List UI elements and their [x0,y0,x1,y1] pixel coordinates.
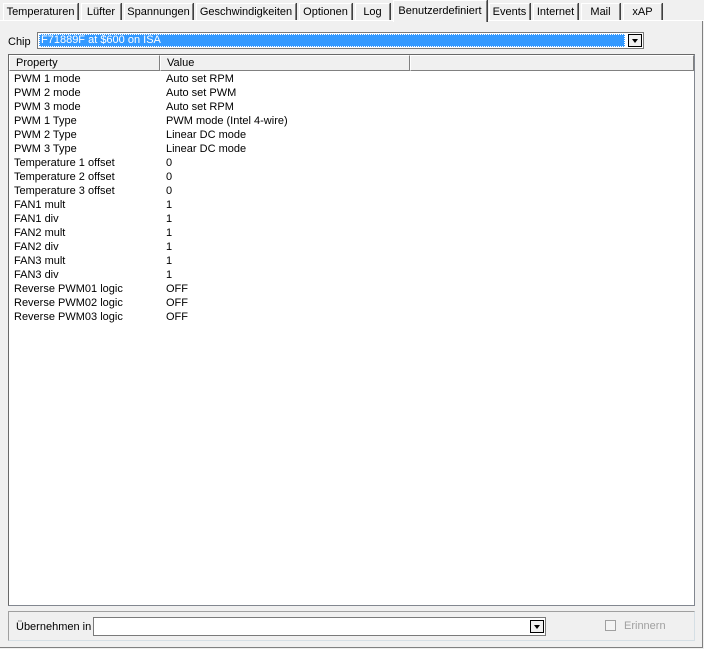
table-row[interactable]: PWM 2 Type Linear DC mode [9,128,694,142]
row-property: FAN1 mult [14,199,66,211]
row-value: Auto set PWM [166,87,237,99]
row-value: Linear DC mode [166,129,247,141]
table-row[interactable]: PWM 2 mode Auto set PWM [9,86,694,100]
chevron-down-icon [534,625,540,629]
property-list[interactable]: Property Value PWM 1 mode Auto set RPM PWM… [8,54,695,606]
table-row[interactable]: Reverse PWM02 logic OFF [9,296,694,310]
tab-optionen[interactable]: Optionen [299,3,352,20]
remind-label: Erinnern [624,620,666,632]
row-property: Temperature 2 offset [14,171,115,183]
tab-temperaturen[interactable]: Temperaturen [3,3,78,20]
row-value: 0 [166,171,173,183]
row-value: 0 [166,185,173,197]
row-property: Temperature 1 offset [14,157,115,169]
row-property: Reverse PWM01 logic [14,283,123,295]
checkbox-icon[interactable] [605,620,616,631]
chip-select[interactable]: F71889F at $600 on ISA [37,32,644,49]
list-rows: PWM 1 mode Auto set RPM PWM 2 mode Auto set… [9,72,694,324]
tab-benutzerdefiniert[interactable]: Benutzerdefiniert [393,0,487,22]
row-value: OFF [166,283,188,295]
apply-select[interactable] [93,617,546,636]
row-property: PWM 1 Type [14,115,77,127]
row-value: 0 [166,157,173,169]
table-row[interactable]: FAN2 mult 1 [9,226,694,240]
row-value: PWM mode (Intel 4-wire) [166,115,288,127]
row-value: 1 [166,199,173,211]
tab-events[interactable]: Events [489,3,530,20]
chevron-down-icon [632,39,638,43]
row-property: FAN3 mult [14,255,66,267]
tab-xap[interactable]: xAP [623,3,662,20]
row-property: FAN1 div [14,213,59,225]
apply-label: Übernehmen in [16,621,92,633]
table-row[interactable]: Reverse PWM01 logic OFF [9,282,694,296]
tab-strip: Temperaturen Lüfter Spannungen Geschwind… [0,0,704,22]
row-value: OFF [166,311,188,323]
row-value: 1 [166,227,173,239]
chip-label: Chip [8,36,31,48]
list-header: Property Value [9,55,694,71]
row-property: Reverse PWM03 logic [14,311,123,323]
chip-select-value: F71889F at $600 on ISA [39,34,625,47]
chip-dropdown-button[interactable] [628,34,642,47]
row-property: FAN2 mult [14,227,66,239]
column-header-property[interactable]: Property [9,55,160,71]
row-value: Auto set RPM [166,101,234,113]
row-property: PWM 2 mode [14,87,81,99]
table-row[interactable]: PWM 3 Type Linear DC mode [9,142,694,156]
table-row[interactable]: FAN2 div 1 [9,240,694,254]
tab-baseline [0,20,704,21]
row-property: Reverse PWM02 logic [14,297,123,309]
column-header-value[interactable]: Value [160,55,410,71]
table-row[interactable]: Reverse PWM03 logic OFF [9,310,694,324]
row-value: 1 [166,213,173,225]
table-row[interactable]: PWM 1 Type PWM mode (Intel 4-wire) [9,114,694,128]
table-row[interactable]: FAN1 mult 1 [9,198,694,212]
table-row[interactable]: PWM 1 mode Auto set RPM [9,72,694,86]
row-property: PWM 2 Type [14,129,77,141]
table-row[interactable]: FAN3 mult 1 [9,254,694,268]
row-property: Temperature 3 offset [14,185,115,197]
row-value: Auto set RPM [166,73,234,85]
column-header-filler [410,55,694,71]
tab-spannungen[interactable]: Spannungen [124,3,193,20]
row-value: 1 [166,241,173,253]
row-property: PWM 1 mode [14,73,81,85]
row-value: 1 [166,255,173,267]
row-value: OFF [166,297,188,309]
row-value: 1 [166,269,173,281]
row-property: FAN2 div [14,241,59,253]
row-property: FAN3 div [14,269,59,281]
row-value: Linear DC mode [166,143,247,155]
tab-log[interactable]: Log [355,3,390,20]
row-property: PWM 3 mode [14,101,81,113]
table-row[interactable]: FAN1 div 1 [9,212,694,226]
tab-internet[interactable]: Internet [533,3,578,20]
row-property: PWM 3 Type [14,143,77,155]
apply-dropdown-button[interactable] [530,620,544,633]
tab-luefter[interactable]: Lüfter [81,3,121,20]
table-row[interactable]: Temperature 2 offset 0 [9,170,694,184]
table-row[interactable]: Temperature 1 offset 0 [9,156,694,170]
table-row[interactable]: FAN3 div 1 [9,268,694,282]
table-row[interactable]: PWM 3 mode Auto set RPM [9,100,694,114]
tab-geschwindigkeiten[interactable]: Geschwindigkeiten [196,3,296,20]
table-row[interactable]: Temperature 3 offset 0 [9,184,694,198]
tab-mail[interactable]: Mail [581,3,620,20]
